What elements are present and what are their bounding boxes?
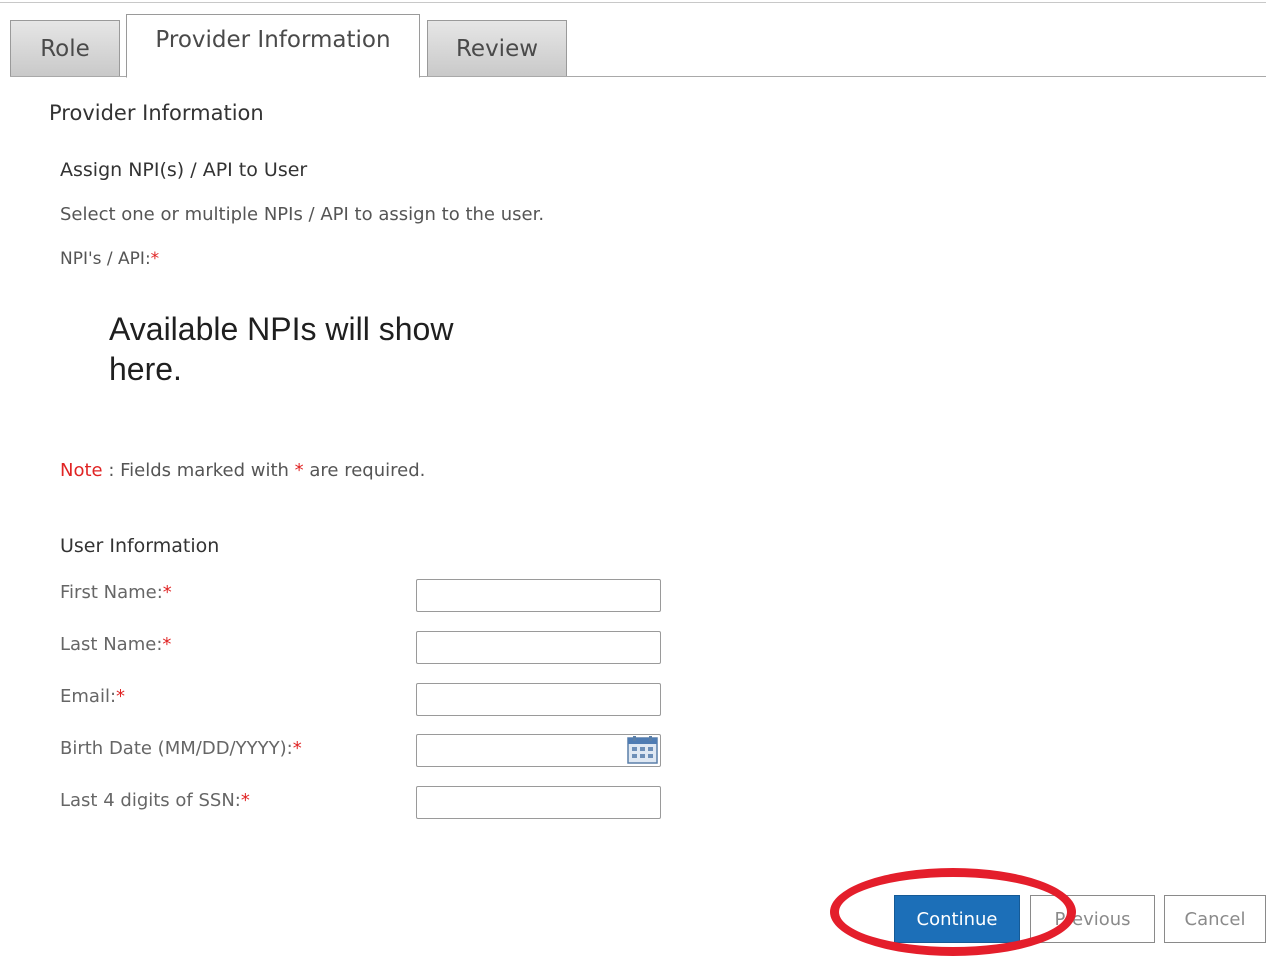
- first-name-label-text: First Name:: [60, 582, 163, 603]
- last-name-label: Last Name:*: [60, 634, 171, 655]
- page: Role Provider Information Review Provide…: [0, 0, 1266, 956]
- section-title: Provider Information: [49, 101, 264, 125]
- assign-npi-instruction: Select one or multiple NPIs / API to ass…: [60, 204, 545, 225]
- email-input[interactable]: [416, 683, 661, 716]
- first-name-input[interactable]: [416, 579, 661, 612]
- ssn-input[interactable]: [416, 786, 661, 819]
- user-information-title: User Information: [60, 535, 220, 557]
- cancel-button[interactable]: Cancel: [1164, 895, 1266, 943]
- tab-review[interactable]: Review: [427, 20, 567, 77]
- required-marker: *: [162, 582, 172, 603]
- required-marker: *: [240, 790, 250, 811]
- previous-button[interactable]: Previous: [1030, 895, 1155, 943]
- top-divider: [0, 2, 1266, 3]
- email-label-text: Email:: [60, 686, 117, 707]
- ssn-label: Last 4 digits of SSN:*: [60, 790, 250, 811]
- note-text-before: : Fields marked with: [102, 460, 295, 481]
- required-marker: *: [150, 249, 160, 269]
- required-marker: *: [116, 686, 126, 707]
- first-name-label: First Name:*: [60, 582, 172, 603]
- note-word: Note: [60, 460, 103, 481]
- npi-label: NPI's / API:*: [60, 249, 159, 269]
- required-note: Note : Fields marked with * are required…: [60, 460, 425, 481]
- required-marker: *: [292, 738, 302, 759]
- last-name-input[interactable]: [416, 631, 661, 664]
- last-name-label-text: Last Name:: [60, 634, 163, 655]
- birth-date-label: Birth Date (MM/DD/YYYY):*: [60, 738, 302, 759]
- birth-date-label-text: Birth Date (MM/DD/YYYY):: [60, 738, 293, 759]
- continue-button[interactable]: Continue: [894, 895, 1020, 943]
- npi-label-text: NPI's / API:: [60, 249, 151, 269]
- calendar-icon[interactable]: [627, 736, 658, 764]
- required-marker: *: [162, 634, 172, 655]
- tab-provider-information[interactable]: Provider Information: [126, 14, 420, 78]
- assign-npi-title: Assign NPI(s) / API to User: [60, 159, 308, 181]
- email-label: Email:*: [60, 686, 125, 707]
- note-text-after: are required.: [303, 460, 426, 481]
- tab-role[interactable]: Role: [10, 20, 120, 77]
- birth-date-input[interactable]: [416, 734, 661, 767]
- ssn-label-text: Last 4 digits of SSN:: [60, 790, 241, 811]
- required-marker: *: [294, 460, 304, 481]
- npi-list-placeholder: Available NPIs will show here.: [109, 311, 454, 387]
